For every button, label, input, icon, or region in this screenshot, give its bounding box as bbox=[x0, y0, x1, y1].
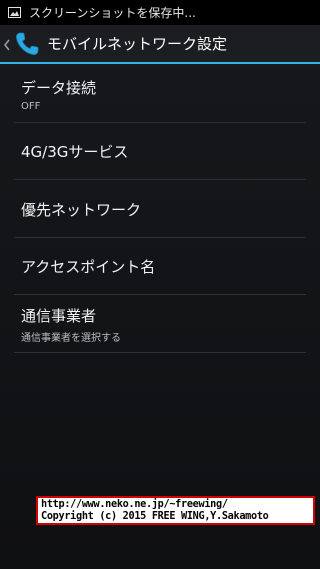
phone-icon bbox=[13, 30, 41, 58]
chevron-left-icon bbox=[3, 37, 12, 51]
screen: スクリーンショットを保存中... モバイルネットワーク設定 データ接続 OFF … bbox=[0, 0, 320, 569]
copyright-watermark: http://www.neko.ne.jp/~freewing/ Copyrig… bbox=[36, 496, 315, 525]
setting-data-connection[interactable]: データ接続 OFF bbox=[0, 66, 320, 123]
action-bar: モバイルネットワーク設定 bbox=[0, 25, 320, 64]
setting-summary: OFF bbox=[21, 101, 41, 112]
setting-title: 4G/3Gサービス bbox=[21, 143, 129, 161]
status-notification-text: スクリーンショットを保存中... bbox=[29, 6, 196, 20]
setting-4g-3g-service[interactable]: 4G/3Gサービス bbox=[0, 123, 320, 180]
page-title: モバイルネットワーク設定 bbox=[47, 35, 228, 53]
setting-title: アクセスポイント名 bbox=[21, 258, 156, 276]
setting-title: 通信事業者 bbox=[21, 306, 97, 325]
setting-access-point-names[interactable]: アクセスポイント名 bbox=[0, 238, 320, 295]
setting-title: 優先ネットワーク bbox=[21, 200, 142, 219]
setting-summary: 通信事業者を選択する bbox=[21, 332, 121, 344]
watermark-url: http://www.neko.ne.jp/~freewing/ bbox=[41, 499, 228, 510]
image-icon bbox=[7, 7, 21, 18]
setting-title: データ接続 bbox=[21, 79, 97, 97]
setting-preferred-network[interactable]: 優先ネットワーク bbox=[0, 180, 320, 238]
watermark-copyright: Copyright (c) 2015 FREE WING,Y.Sakamoto bbox=[41, 511, 269, 522]
status-bar: スクリーンショットを保存中... bbox=[0, 0, 320, 25]
up-button[interactable] bbox=[0, 25, 41, 62]
settings-list: データ接続 OFF 4G/3Gサービス 優先ネットワーク アクセスポイント名 通… bbox=[0, 66, 320, 353]
setting-network-operator[interactable]: 通信事業者 通信事業者を選択する bbox=[0, 295, 320, 353]
